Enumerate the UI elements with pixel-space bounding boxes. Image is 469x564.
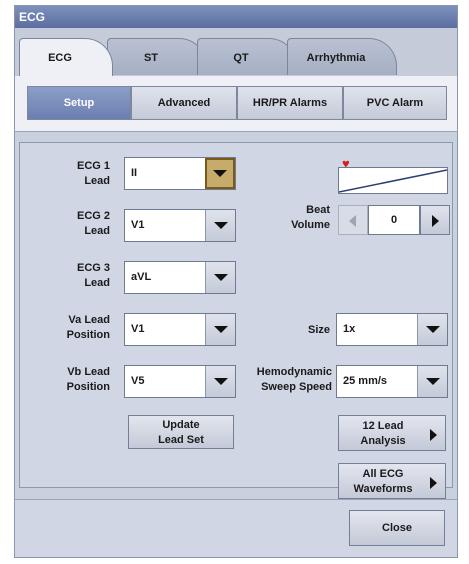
tab-st[interactable]: ST (107, 38, 207, 75)
chevron-down-icon[interactable] (205, 210, 235, 241)
ecg3-lead-label: ECG 3 Lead (76, 262, 110, 289)
tab-arrhythmia[interactable]: Arrhythmia (287, 38, 397, 75)
ecg3-lead-value: aVL (131, 271, 152, 283)
ecg2-lead-label: ECG 2 Lead (76, 210, 110, 237)
window-title: ECG (15, 6, 457, 28)
size-label: Size (307, 324, 330, 336)
chevron-down-icon[interactable] (417, 314, 447, 345)
size-value: 1x (343, 323, 356, 335)
setup-panel: ECG 1 Lead II ECG 2 Lead V1 ECG 3 Lead aVL … (19, 142, 453, 499)
va-lead-value: V1 (131, 323, 145, 335)
subtab-pvc-alarm[interactable]: PVC Alarm (343, 86, 447, 120)
ecg1-lead-select[interactable]: II (124, 157, 236, 190)
chevron-left-icon[interactable] (338, 205, 368, 235)
update-lead-set-button[interactable]: Update Lead Set (128, 415, 234, 449)
va-lead-label: Va Lead Position (66, 314, 110, 341)
vb-lead-value: V5 (131, 375, 145, 387)
chevron-down-icon[interactable] (205, 314, 235, 345)
chevron-right-icon (430, 429, 437, 441)
subtab-hr-pr-alarms[interactable]: HR/PR Alarms (237, 86, 343, 120)
close-button[interactable]: Close (349, 510, 445, 546)
chevron-down-icon[interactable] (205, 158, 235, 189)
ecg-window: ECG ECG ST QT Arrhythmia Setup Advanced … (14, 5, 458, 558)
tab-qt[interactable]: QT (197, 38, 297, 75)
beat-volume-stepper[interactable]: 0 (338, 205, 450, 235)
all-ecg-waveforms-button[interactable]: All ECG Waveforms (338, 463, 446, 499)
ecg3-lead-select[interactable]: aVL (124, 261, 236, 294)
chevron-right-icon[interactable] (420, 205, 450, 235)
beat-volume-label: Beat Volume (291, 204, 330, 231)
volume-ramp (338, 169, 448, 193)
subtab-advanced[interactable]: Advanced (131, 86, 237, 120)
sweep-speed-label: Hemodynamic Sweep Speed (256, 366, 332, 393)
chevron-right-icon (430, 477, 437, 489)
chevron-down-icon[interactable] (417, 366, 447, 397)
tab-ecg[interactable]: ECG (19, 38, 113, 76)
ecg2-lead-value: V1 (131, 219, 145, 231)
ecg2-lead-select[interactable]: V1 (124, 209, 236, 242)
sweep-speed-value: 25 mm/s (343, 375, 388, 387)
beat-volume-value: 0 (368, 205, 420, 235)
ecg1-lead-value: II (131, 167, 138, 179)
vb-lead-select[interactable]: V5 (124, 365, 236, 398)
va-lead-select[interactable]: V1 (124, 313, 236, 346)
chevron-down-icon[interactable] (205, 262, 235, 293)
sweep-speed-select[interactable]: 25 mm/s (336, 365, 448, 398)
vb-lead-label: Vb Lead Position (66, 366, 110, 393)
12-lead-analysis-button[interactable]: 12 Lead Analysis (338, 415, 446, 451)
ecg1-lead-label: ECG 1 Lead (76, 160, 110, 187)
size-select[interactable]: 1x (336, 313, 448, 346)
footer-bar: Close (15, 499, 457, 557)
subtab-setup[interactable]: Setup (27, 86, 131, 120)
chevron-down-icon[interactable] (205, 366, 235, 397)
tab-bar: ECG ST QT Arrhythmia (15, 28, 457, 76)
volume-indicator (338, 167, 448, 194)
subtab-bar: Setup Advanced HR/PR Alarms PVC Alarm (15, 76, 457, 132)
